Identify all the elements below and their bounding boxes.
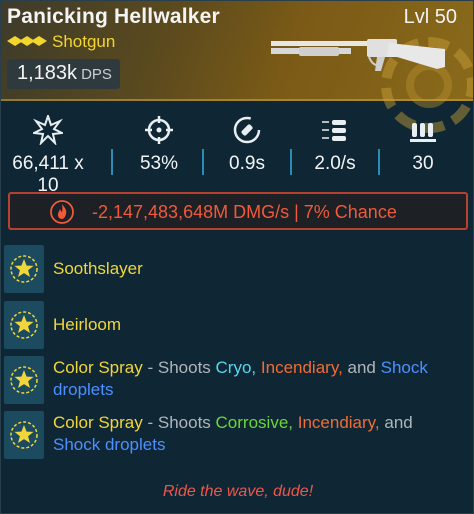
perk-badge	[4, 356, 44, 404]
element-cryo: Cryo,	[215, 358, 257, 377]
perk-desc-start: Shoots	[157, 413, 216, 432]
element-shock: Shock droplets	[53, 435, 166, 454]
perk-badge	[4, 411, 44, 459]
stat-accuracy: 53%	[117, 109, 201, 181]
perk-name: Color Spray	[53, 358, 143, 377]
rarity-chevrons-icon	[7, 36, 47, 46]
perk-name: Heirloom	[53, 315, 122, 334]
dps-badge: 1,183k DPS	[7, 59, 120, 89]
perk-row: Color Spray - Shoots Corrosive, Incendia…	[1, 411, 473, 459]
stat-damage-value: 66,411 x 10	[12, 153, 84, 196]
element-incendiary: Incendiary,	[260, 358, 343, 377]
stat-divider	[378, 149, 380, 175]
weapon-level: Lvl 50	[403, 6, 457, 28]
weapon-card: Panicking Hellwalker Lvl 50 Shotgun 1,18…	[0, 0, 474, 514]
weapon-type: Shotgun	[52, 32, 116, 51]
elemental-bonus-text: -2,147,483,648M DMG/s | 7% Chance	[92, 202, 397, 222]
card-header: Panicking Hellwalker Lvl 50 Shotgun 1,18…	[1, 1, 473, 133]
perk-desc-tail: droplets	[53, 380, 114, 399]
perk-name: Soothslayer	[53, 259, 143, 278]
perk-row: Soothslayer	[1, 245, 473, 293]
stat-divider	[290, 149, 292, 175]
stats-row: 66,411 x 10 53% 0.9s 2.0/s 30	[1, 109, 473, 196]
perk-badge	[4, 245, 44, 293]
stat-fire-rate: 2.0/s	[293, 109, 377, 181]
stat-divider	[202, 149, 204, 175]
fire-rate-bullets-icon	[322, 120, 346, 141]
stat-fire-rate-value: 2.0/s	[314, 153, 356, 174]
damage-burst-icon	[33, 115, 63, 145]
element-incendiary: Incendiary,	[297, 413, 380, 432]
element-shock: Shock	[380, 358, 428, 377]
perk-badge	[4, 301, 44, 349]
perk-desc-mid: and	[342, 358, 381, 377]
perk-dash: -	[142, 358, 158, 377]
flavor-text: Ride the wave, dude!	[162, 483, 314, 500]
perk-dash: -	[142, 413, 158, 432]
perk-description: Color Spray - Shoots Cryo, Incendiary, a…	[53, 357, 463, 401]
stat-magazine: 30	[381, 109, 465, 181]
star-medallion-icon	[10, 366, 38, 394]
perk-desc-start: Shoots	[157, 358, 216, 377]
perk-name: Color Spray	[53, 413, 143, 432]
stat-reload: 0.9s	[205, 109, 289, 181]
stat-reload-value: 0.9s	[229, 153, 265, 174]
perk-desc-mid: and	[379, 413, 413, 432]
incendiary-flame-icon	[50, 200, 74, 224]
perk-row: Color Spray - Shoots Cryo, Incendiary, a…	[1, 356, 473, 404]
dps-value: 1,183k	[17, 62, 78, 84]
star-medallion-icon	[10, 311, 38, 339]
stat-accuracy-value: 53%	[139, 153, 179, 174]
weapon-name: Panicking Hellwalker	[7, 5, 220, 28]
shotgun-silhouette-icon	[271, 39, 445, 71]
perk-description: Color Spray - Shoots Corrosive, Incendia…	[53, 412, 463, 456]
star-medallion-icon	[10, 255, 38, 283]
elemental-bonus-bar: -2,147,483,648M DMG/s | 7% Chance	[8, 192, 468, 230]
stat-divider	[111, 149, 113, 175]
element-corrosive: Corrosive,	[215, 413, 293, 432]
perk-row: Heirloom	[1, 301, 473, 349]
magazine-size-icon	[410, 123, 436, 142]
reload-time-icon	[233, 116, 261, 144]
stat-damage: 66,411 x 10	[6, 109, 90, 196]
accuracy-crosshair-icon	[145, 116, 173, 144]
star-medallion-icon	[10, 421, 38, 449]
stat-magazine-value: 30	[412, 153, 434, 174]
dps-label: DPS	[81, 66, 112, 83]
